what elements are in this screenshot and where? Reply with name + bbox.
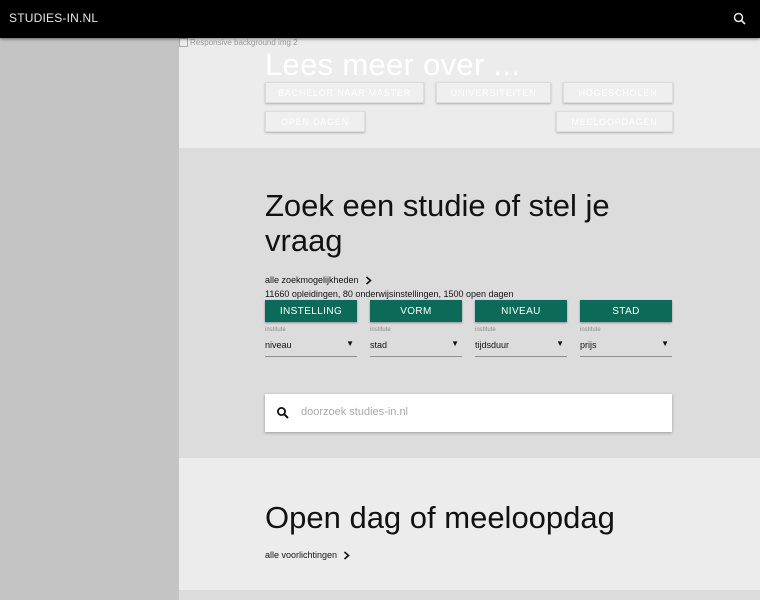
link-bachelor-naar-master[interactable]: BACHELOR NAAR MASTER — [265, 82, 424, 103]
dropdown-arrow-icon: ▼ — [346, 339, 354, 348]
hero-section: Responsive background img 2 Lees meer ov… — [179, 38, 760, 148]
stats-text: 11660 opleidingen, 80 onderwijsinstellin… — [265, 289, 514, 299]
select-stad[interactable]: stad ▼ — [370, 337, 462, 357]
hero-image-alt: Responsive background img 2 — [190, 38, 298, 47]
filter-sublabel: institute — [265, 327, 286, 333]
top-navigation-bar: STUDIES-IN.NL — [0, 0, 760, 38]
site-logo[interactable]: STUDIES-IN.NL — [9, 11, 98, 25]
main-content: Responsive background img 2 Lees meer ov… — [179, 38, 760, 600]
select-tijdsduur[interactable]: tijdsduur ▼ — [475, 337, 567, 357]
search-placeholder: doorzoek studies-in.nl — [301, 406, 409, 418]
link-universiteiten[interactable]: UNIVERSITEITEN — [436, 82, 551, 103]
filter-sublabel: institute — [580, 327, 601, 333]
select-niveau-value: niveau — [265, 340, 292, 350]
search-section: Zoek een studie of stel je vraag alle zo… — [179, 148, 760, 458]
search-icon[interactable] — [732, 11, 748, 27]
filter-niveau-button[interactable]: NIVEAU — [475, 300, 567, 322]
dropdown-arrow-icon: ▼ — [451, 339, 459, 348]
filter-sublabel: institute — [370, 327, 391, 333]
next-section-edge — [179, 590, 760, 600]
select-tijdsduur-value: tijdsduur — [475, 340, 510, 350]
select-stad-value: stad — [370, 340, 388, 350]
all-info-sessions-label: alle voorlichtingen — [265, 550, 338, 560]
dropdown-arrow-icon: ▼ — [556, 339, 564, 348]
search-icon — [277, 407, 289, 419]
sidebar — [0, 38, 179, 600]
select-prijs-value: prijs — [580, 340, 597, 350]
all-info-sessions-link[interactable]: alle voorlichtingen — [265, 550, 350, 560]
open-days-title: Open dag of meeloopdag — [265, 500, 615, 535]
link-open-dagen[interactable]: OPEN DAGEN — [265, 111, 365, 132]
filter-vorm-button[interactable]: VORM — [370, 300, 462, 322]
dropdown-arrow-icon: ▼ — [661, 339, 669, 348]
broken-image-icon — [179, 38, 188, 48]
open-days-section: Open dag of meeloopdag alle voorlichting… — [179, 458, 760, 590]
hero-title: Lees meer over ... — [265, 47, 521, 82]
filter-instelling-button[interactable]: INSTELLING — [265, 300, 357, 322]
all-search-options-link[interactable]: alle zoekmogelijkheden — [265, 275, 372, 285]
link-meeloopdagen[interactable]: MEELOOPDAGEN — [556, 111, 673, 132]
all-search-options-label: alle zoekmogelijkheden — [265, 275, 359, 285]
chevron-right-icon — [344, 550, 350, 560]
select-prijs[interactable]: prijs ▼ — [580, 337, 672, 357]
chevron-right-icon — [365, 275, 372, 285]
search-input[interactable]: doorzoek studies-in.nl — [265, 394, 672, 432]
filter-stad-button[interactable]: STAD — [580, 300, 672, 322]
search-section-title: Zoek een studie of stel je vraag — [265, 188, 610, 258]
link-hogescholen[interactable]: HOGESCHOLEN — [563, 82, 673, 103]
select-niveau[interactable]: niveau ▼ — [265, 337, 357, 357]
filter-sublabel: institute — [475, 327, 496, 333]
hero-background-image: Responsive background img 2 — [179, 38, 298, 48]
